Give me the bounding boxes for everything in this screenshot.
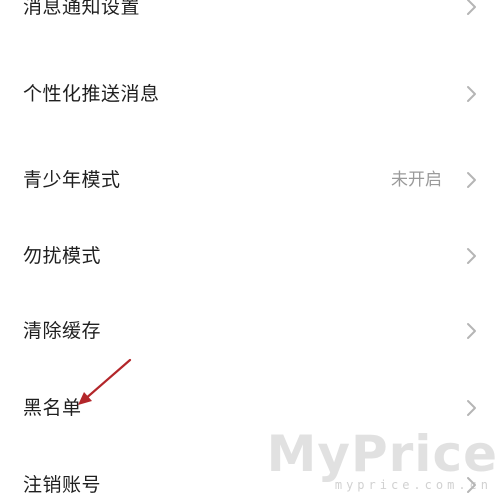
settings-row-notification[interactable]: 消息通知设置 (0, 0, 500, 32)
settings-row-label: 青少年模式 (23, 169, 121, 191)
settings-row-label: 勿扰模式 (23, 245, 102, 267)
settings-row-label: 个性化推送消息 (23, 83, 160, 105)
chevron-right-icon (464, 0, 478, 17)
settings-row-teen-mode[interactable]: 青少年模式 未开启 (0, 155, 500, 205)
settings-row-label: 注销账号 (23, 474, 102, 496)
chevron-right-icon (464, 475, 478, 495)
settings-list: 消息通知设置 个性化推送消息 青少年模式 未开启 勿扰模式 清除缓存 黑名单 注… (0, 0, 500, 500)
settings-row-do-not-disturb[interactable]: 勿扰模式 (0, 231, 500, 281)
settings-row-clear-cache[interactable]: 清除缓存 (0, 306, 500, 356)
teen-mode-status: 未开启 (391, 170, 442, 190)
chevron-right-icon (464, 321, 478, 341)
chevron-right-icon (464, 246, 478, 266)
settings-row-label: 消息通知设置 (23, 0, 141, 18)
settings-row-delete-account[interactable]: 注销账号 (0, 460, 500, 500)
settings-row-personalized-push[interactable]: 个性化推送消息 (0, 69, 500, 119)
settings-row-label: 清除缓存 (23, 320, 102, 342)
chevron-right-icon (464, 170, 478, 190)
red-arrow-annotation-icon (70, 352, 140, 412)
chevron-right-icon (464, 398, 478, 418)
chevron-right-icon (464, 84, 478, 104)
